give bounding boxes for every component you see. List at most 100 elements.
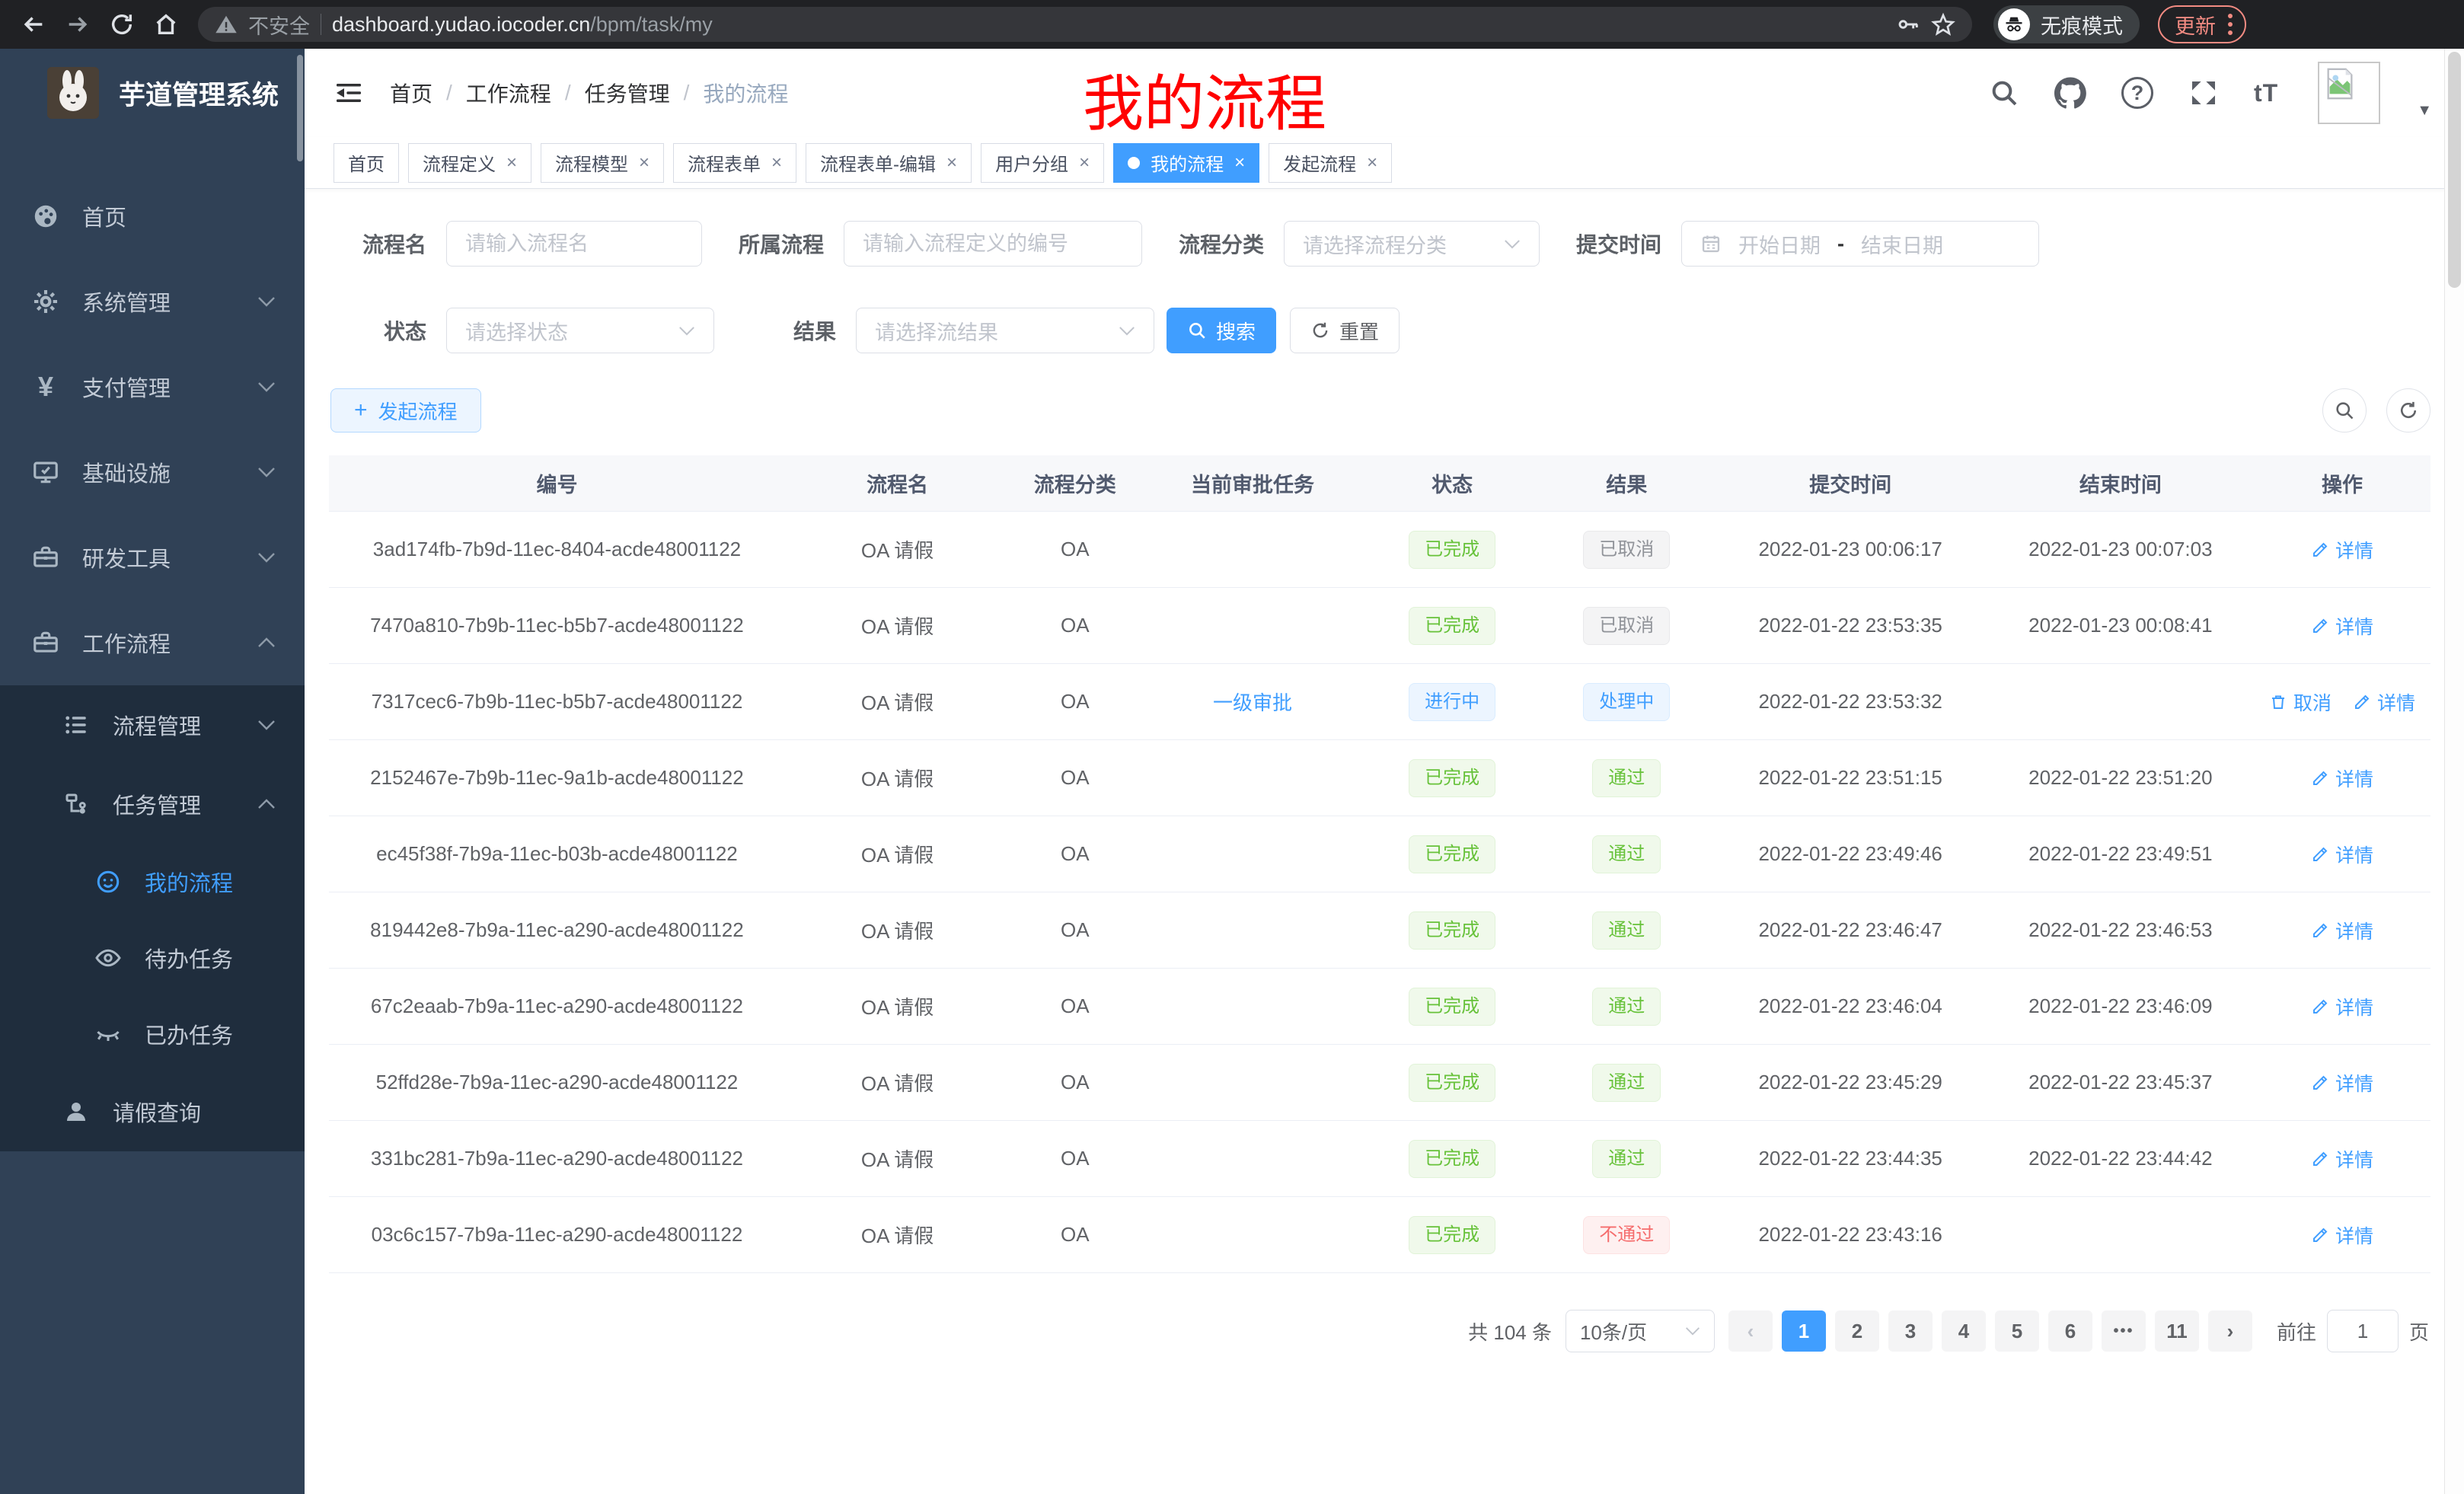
tab-my-process-active[interactable]: 我的流程× [1113, 143, 1259, 183]
tab-process-form-edit[interactable]: 流程表单-编辑× [806, 143, 972, 183]
page-button-5[interactable]: 5 [1995, 1310, 2039, 1352]
font-size-icon[interactable]: tT [2254, 79, 2278, 107]
close-icon[interactable]: × [771, 154, 782, 172]
page-size-select[interactable]: 10条/页 [1566, 1310, 1715, 1352]
sidebar-item-process-management[interactable]: 流程管理 [0, 685, 305, 765]
browser-home-button[interactable] [146, 5, 186, 44]
close-icon[interactable]: × [1367, 154, 1377, 172]
avatar-broken-image[interactable] [2318, 62, 2380, 124]
tab-user-group[interactable]: 用户分组× [981, 143, 1104, 183]
submit-time-label: 提交时间 [1576, 228, 1661, 259]
warning-icon [215, 13, 238, 36]
tab-process-model[interactable]: 流程模型× [541, 143, 664, 183]
security-label: 不安全 [248, 10, 310, 40]
cell-name: OA 请假 [785, 535, 1010, 563]
window-scrollbar-thumb[interactable] [2448, 52, 2461, 288]
status-badge: 已完成 [1409, 988, 1495, 1026]
menu-fold-icon[interactable] [334, 81, 364, 105]
current-task-link[interactable]: 一级审批 [1213, 688, 1292, 716]
page-button-1[interactable]: 1 [1782, 1310, 1826, 1352]
avatar-caret-down-icon[interactable]: ▼ [2417, 102, 2432, 120]
breadcrumb-task-mgmt[interactable]: 任务管理 [585, 78, 670, 108]
cell-category: OA [1010, 994, 1140, 1018]
reset-button[interactable]: 重置 [1290, 308, 1400, 353]
window-scrollbar[interactable] [2444, 49, 2464, 1494]
key-icon[interactable] [1896, 12, 1920, 37]
sidebar-item-done-tasks[interactable]: 已办任务 [0, 996, 305, 1072]
sidebar-item-home[interactable]: 首页 [0, 174, 305, 259]
process-name-input[interactable] [446, 221, 702, 267]
bookmark-star-icon[interactable] [1931, 12, 1955, 37]
prev-page-button[interactable]: ‹ [1728, 1310, 1773, 1352]
breadcrumb-home[interactable]: 首页 [390, 78, 432, 108]
page-button-6[interactable]: 6 [2048, 1310, 2092, 1352]
tab-start-process[interactable]: 发起流程× [1269, 143, 1392, 183]
browser-reload-button[interactable] [102, 5, 142, 44]
next-page-button[interactable]: › [2208, 1310, 2252, 1352]
submit-time-range-picker[interactable]: 开始日期 - 结束日期 [1681, 221, 2039, 267]
page-button-3[interactable]: 3 [1888, 1310, 1933, 1352]
cell-name: OA 请假 [785, 688, 1010, 716]
more-pages-button[interactable]: ••• [2102, 1310, 2146, 1352]
page-button-4[interactable]: 4 [1942, 1310, 1986, 1352]
sidebar-item-workflow[interactable]: 工作流程 [0, 600, 305, 685]
detail-link[interactable]: 详情 [2311, 1145, 2373, 1173]
status-select[interactable]: 请选择状态 [446, 308, 714, 353]
breadcrumb-workflow[interactable]: 工作流程 [466, 78, 551, 108]
detail-link[interactable]: 详情 [2311, 993, 2373, 1020]
sidebar-item-payment[interactable]: ¥ 支付管理 [0, 344, 305, 429]
close-icon[interactable]: × [1234, 154, 1245, 172]
browser-forward-button[interactable] [58, 5, 97, 44]
detail-link[interactable]: 详情 [2311, 1069, 2373, 1097]
sidebar-item-leave-query[interactable]: 请假查询 [0, 1072, 305, 1151]
detail-link[interactable]: 详情 [2311, 1221, 2373, 1249]
goto-page-input[interactable] [2327, 1310, 2399, 1352]
cancel-link[interactable]: 取消 [2269, 688, 2332, 716]
search-icon[interactable] [1989, 78, 2019, 108]
sidebar-item-task-management[interactable]: 任务管理 [0, 765, 305, 844]
chevron-down-icon [257, 381, 276, 392]
sidebar-item-infrastructure[interactable]: 基础设施 [0, 429, 305, 515]
show-search-toggle-button[interactable] [2322, 388, 2367, 433]
owner-process-input[interactable] [844, 221, 1142, 267]
refresh-table-button[interactable] [2386, 388, 2430, 433]
address-bar[interactable]: 不安全 dashboard.yudao.iocoder.cn/bpm/task/… [198, 7, 1972, 42]
page-button-11[interactable]: 11 [2155, 1310, 2199, 1352]
close-icon[interactable]: × [946, 154, 957, 172]
sidebar-item-todo-tasks[interactable]: 待办任务 [0, 920, 305, 996]
result-select[interactable]: 请选择流结果 [856, 308, 1154, 353]
browser-menu-icon[interactable] [2228, 14, 2233, 35]
detail-link[interactable]: 详情 [2311, 917, 2373, 944]
close-icon[interactable]: × [506, 154, 517, 172]
detail-link[interactable]: 详情 [2311, 536, 2373, 563]
result-badge: 通过 [1592, 1140, 1661, 1178]
cell-name: OA 请假 [785, 1144, 1010, 1173]
detail-link[interactable]: 详情 [2311, 765, 2373, 792]
help-icon[interactable]: ? [2121, 77, 2153, 109]
sidebar-item-my-process[interactable]: 我的流程 [0, 844, 305, 920]
sidebar-item-label: 系统管理 [82, 286, 171, 318]
sidebar-scrollbar-thumb[interactable] [297, 55, 303, 161]
cell-category: OA [1010, 690, 1140, 713]
detail-link[interactable]: 详情 [2311, 841, 2373, 868]
app-logo-row[interactable]: 芋道管理系统 [0, 49, 305, 137]
browser-update-button[interactable]: 更新 [2158, 5, 2246, 43]
tab-process-definition[interactable]: 流程定义× [408, 143, 531, 183]
close-icon[interactable]: × [1079, 154, 1090, 172]
search-button[interactable]: 搜索 [1167, 308, 1276, 353]
tab-home[interactable]: 首页 [334, 143, 399, 183]
create-process-button[interactable]: + 发起流程 [330, 388, 481, 433]
github-icon[interactable] [2054, 77, 2086, 109]
sidebar-item-devtools[interactable]: 研发工具 [0, 515, 305, 600]
category-select[interactable]: 请选择流程分类 [1284, 221, 1540, 267]
org-flow-icon [61, 790, 91, 818]
close-icon[interactable]: × [639, 154, 650, 172]
sidebar-item-system[interactable]: 系统管理 [0, 259, 305, 344]
page-button-2[interactable]: 2 [1835, 1310, 1879, 1352]
tab-process-form[interactable]: 流程表单× [673, 143, 796, 183]
browser-back-button[interactable] [14, 5, 53, 44]
pagination-total: 共 104 条 [1468, 1317, 1552, 1346]
detail-link[interactable]: 详情 [2353, 688, 2415, 716]
detail-link[interactable]: 详情 [2311, 612, 2373, 640]
fullscreen-icon[interactable] [2188, 78, 2219, 108]
